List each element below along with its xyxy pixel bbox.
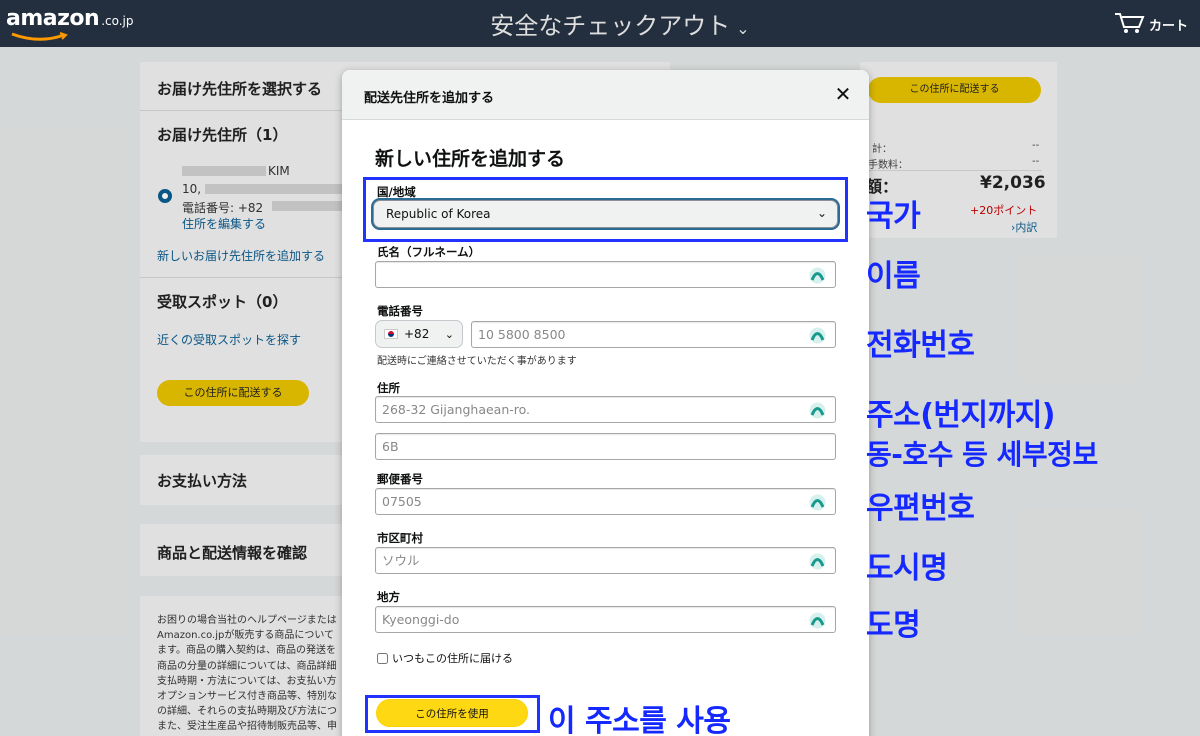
korea-flag-icon	[384, 329, 398, 339]
address-line2-input[interactable]	[376, 434, 835, 459]
address-line2-field[interactable]	[375, 433, 836, 460]
annotation-city: 도시명	[866, 551, 948, 586]
region-input[interactable]	[376, 607, 835, 632]
autofill-icon[interactable]	[809, 327, 826, 344]
name-label: 氏名（フルネーム）	[377, 245, 481, 259]
country-highlight-box	[363, 177, 848, 242]
annotation-address: 주소(번지까지)	[866, 398, 1056, 433]
city-field[interactable]	[375, 547, 836, 574]
full-name-input[interactable]	[376, 262, 835, 287]
modal-title: 配送先住所を追加する	[364, 91, 495, 106]
autofill-icon[interactable]	[809, 494, 826, 511]
chevron-down-icon: ⌄	[444, 327, 454, 341]
cart-link[interactable]: カート	[1113, 10, 1188, 34]
modal-header: 配送先住所を追加する ✕	[342, 70, 869, 120]
phone-hint: 配送時にご連絡させていただく事があります	[377, 356, 577, 367]
autofill-icon[interactable]	[809, 612, 826, 629]
annotation-postal: 우편번호	[866, 491, 975, 526]
top-header: amazon .co.jp 安全なチェックアウト ⌄ カート	[0, 0, 1200, 47]
annotation-country: 국가	[866, 199, 921, 234]
annotation-province: 도명	[866, 608, 921, 643]
phone-country-select[interactable]: +82 ⌄	[375, 320, 463, 348]
postal-input[interactable]	[376, 489, 835, 514]
phone-field[interactable]	[471, 321, 836, 348]
address-line1-input[interactable]	[376, 397, 835, 422]
cart-label: カート	[1148, 19, 1188, 34]
phone-label: 電話番号	[377, 304, 423, 318]
full-name-field[interactable]	[375, 261, 836, 288]
city-input[interactable]	[376, 548, 835, 573]
address-label: 住所	[377, 381, 400, 395]
default-address-label: いつもこの住所に届ける	[392, 652, 513, 665]
city-label: 市区町村	[377, 531, 423, 545]
default-address-checkbox[interactable]	[377, 652, 388, 664]
autofill-icon[interactable]	[809, 267, 826, 284]
use-button-highlight-box	[365, 695, 540, 733]
annotation-use-address: 이 주소를 사용	[548, 704, 731, 736]
cart-icon	[1114, 13, 1145, 33]
autofill-icon[interactable]	[809, 553, 826, 570]
close-icon[interactable]: ✕	[833, 84, 853, 104]
new-address-heading: 新しい住所を追加する	[375, 148, 566, 170]
chevron-down-icon: ⌄	[736, 19, 750, 38]
annotation-detail: 동-호수 등 세부정보	[866, 438, 1098, 471]
checkout-title-text: 安全なチェックアウト	[490, 12, 731, 40]
autofill-icon[interactable]	[809, 402, 826, 419]
annotation-phone: 전화번호	[866, 328, 975, 363]
phone-input[interactable]	[472, 322, 835, 347]
annotation-name: 이름	[866, 259, 921, 294]
region-field[interactable]	[375, 606, 836, 633]
default-address-option[interactable]: いつもこの住所に届ける	[377, 650, 513, 666]
address-line1-field[interactable]	[375, 396, 836, 423]
phone-country-code: +82	[404, 327, 430, 341]
checkout-title[interactable]: 安全なチェックアウト ⌄	[0, 6, 1200, 41]
add-address-modal: 配送先住所を追加する ✕ 新しい住所を追加する 国/地域 Republic of…	[342, 70, 869, 736]
region-label: 地方	[377, 590, 400, 604]
postal-label: 郵便番号	[377, 472, 423, 486]
postal-field[interactable]	[375, 488, 836, 515]
